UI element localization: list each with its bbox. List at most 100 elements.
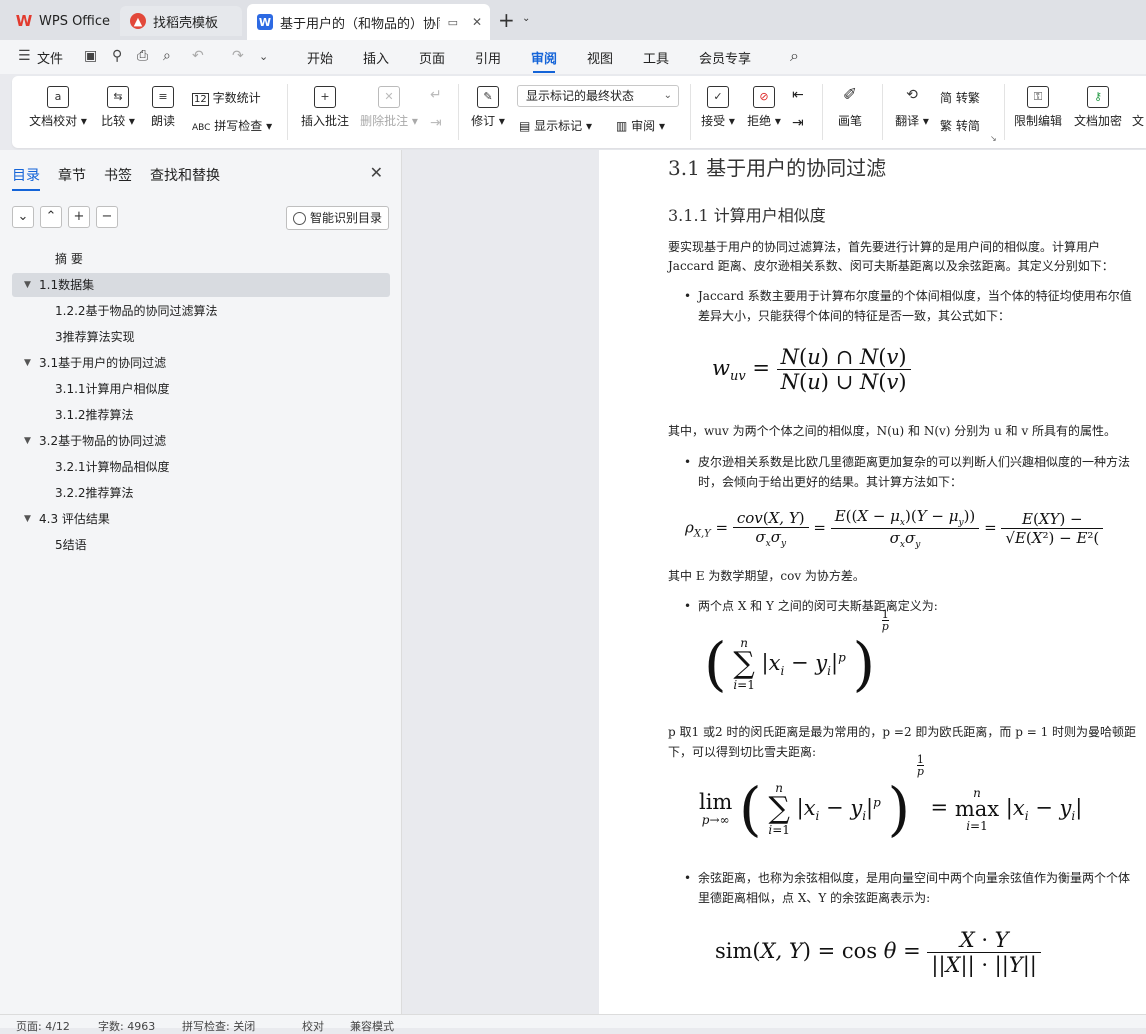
save-icon[interactable]: ▣ bbox=[84, 48, 97, 64]
share-icon[interactable]: ⚲ bbox=[112, 48, 122, 64]
chevron-down-icon[interactable]: ⌄ bbox=[522, 13, 530, 24]
page-indicator[interactable]: 页面: 4/12 bbox=[16, 1018, 70, 1034]
markup-state-select[interactable]: 显示标记的最终状态 ⌄ bbox=[517, 85, 679, 107]
toc-item[interactable]: 3推荐算法实现 bbox=[55, 325, 135, 349]
expand-triangle-icon[interactable]: ▼ bbox=[24, 507, 31, 531]
insert-comment-button[interactable]: + 插入批注 bbox=[298, 86, 352, 129]
restrict-edit-button[interactable]: ⚿ 限制编辑 bbox=[1012, 86, 1064, 129]
undo-icon[interactable]: ↶ bbox=[192, 48, 204, 64]
doc-more-button[interactable]: 文 bbox=[1130, 86, 1146, 129]
spell-check-button[interactable]: ABC 拼写检查 ▾ bbox=[192, 117, 272, 134]
read-aloud-button[interactable]: ≡ 朗读 bbox=[146, 86, 180, 129]
toc-item[interactable]: 3.1.2推荐算法 bbox=[55, 403, 134, 427]
menu-page[interactable]: 页面 bbox=[419, 48, 445, 67]
close-icon[interactable]: ✕ bbox=[370, 163, 383, 182]
expand-triangle-icon[interactable]: ▼ bbox=[24, 351, 31, 375]
document-page[interactable]: 3.1 基于用户的协同过滤 3.1.1 计算用户相似度 要实现基于用户的协同过滤… bbox=[599, 150, 1146, 1014]
collapse-down-icon[interactable]: ⌄ bbox=[12, 206, 34, 228]
word-count-button[interactable]: 12 字数统计 bbox=[192, 89, 261, 106]
translate-button[interactable]: ⟲ 翻译 ▾ bbox=[892, 86, 932, 129]
close-tab-icon[interactable]: ✕ bbox=[472, 15, 482, 29]
toc-item-label: 摘 要 bbox=[55, 252, 83, 266]
toc-item-label: 1.2.2基于物品的协同过滤算法 bbox=[55, 304, 218, 318]
compare-button[interactable]: ⇆ 比较 ▾ bbox=[98, 86, 138, 129]
toc-item[interactable]: 3.2.1计算物品相似度 bbox=[55, 455, 170, 479]
remove-level-icon[interactable]: − bbox=[96, 206, 118, 228]
tab-label: WPS Office bbox=[39, 13, 111, 29]
show-markup-button[interactable]: ▤ 显示标记 ▾ bbox=[519, 117, 592, 134]
toc-item[interactable]: 3.2.2推荐算法 bbox=[55, 481, 134, 505]
expand-triangle-icon[interactable]: ▼ bbox=[24, 429, 31, 453]
bullet-text: 两个点 X 和 Y 之间的闵可夫斯基距离定义为: bbox=[698, 599, 938, 613]
toc-item[interactable]: ▼ 4.3 评估结果 bbox=[24, 507, 110, 531]
expand-triangle-icon[interactable]: ▼ bbox=[24, 273, 31, 297]
previous-comment-icon[interactable]: ↵ bbox=[430, 87, 442, 103]
pen-label: 画笔 bbox=[837, 114, 862, 128]
to-traditional-button[interactable]: 简 转繁 bbox=[940, 89, 980, 106]
tab-find-replace[interactable]: 查找和替换 bbox=[150, 165, 220, 185]
menu-reference[interactable]: 引用 bbox=[475, 48, 501, 67]
toc-item[interactable]: 3.1.1计算用户相似度 bbox=[55, 377, 170, 401]
menu-insert[interactable]: 插入 bbox=[363, 48, 389, 67]
toc-item[interactable]: ▼ 3.2基于物品的协同过滤 bbox=[24, 429, 166, 453]
revise-button[interactable]: ✎ 修订 ▾ bbox=[468, 86, 508, 129]
traditional-icon: 简 bbox=[940, 91, 953, 105]
paragraph: 其中 E 为数学期望，cov 为协方差。 bbox=[668, 569, 865, 583]
revise-label: 修订 bbox=[471, 114, 496, 128]
accept-button[interactable]: ✓ 接受 ▾ bbox=[698, 86, 738, 129]
accept-label: 接受 bbox=[701, 114, 726, 128]
menu-home[interactable]: 开始 bbox=[307, 48, 333, 67]
translate-icon: ⟲ bbox=[906, 87, 918, 103]
expand-group-icon[interactable]: ↘ bbox=[990, 134, 997, 143]
search-icon[interactable]: ⌕ bbox=[790, 46, 799, 66]
next-change-icon[interactable]: ⇥ bbox=[792, 115, 804, 131]
review-pane-button[interactable]: ▥ 审阅 ▾ bbox=[616, 117, 665, 134]
print-preview-icon[interactable]: ⌕ bbox=[163, 48, 171, 64]
to-traditional-label: 转繁 bbox=[955, 91, 980, 105]
toc-item[interactable]: ▼ 3.1基于用户的协同过滤 bbox=[24, 351, 166, 375]
pen-button[interactable]: ✐ 画笔 bbox=[834, 86, 866, 129]
toc-item[interactable]: 5结语 bbox=[55, 533, 87, 557]
toc-item-label: 3推荐算法实现 bbox=[55, 330, 135, 344]
read-aloud-icon: ≡ bbox=[152, 86, 174, 108]
menu-review[interactable]: 审阅 bbox=[531, 48, 557, 73]
monitor-icon[interactable]: ▭ bbox=[448, 16, 458, 29]
menu-member[interactable]: 会员专享 bbox=[699, 48, 751, 67]
redo-icon[interactable]: ↷ bbox=[232, 48, 244, 64]
tab-bookmarks[interactable]: 书签 bbox=[104, 165, 132, 185]
tab-toc[interactable]: 目录 bbox=[12, 165, 40, 191]
new-tab-icon[interactable]: + bbox=[498, 8, 515, 32]
tab-wps-office[interactable]: W WPS Office bbox=[6, 6, 114, 36]
tab-docer-templates[interactable]: ▲ 找稻壳模板 bbox=[120, 6, 242, 36]
toc-item[interactable]: 摘 要 bbox=[55, 247, 83, 271]
bullet-text: Jaccard 系数主要用于计算布尔度量的个体间相似度，当个体的特征均使用布尔值 bbox=[698, 289, 1132, 303]
smart-toc-button[interactable]: 智能识别目录 bbox=[286, 206, 389, 230]
menu-view[interactable]: 视图 bbox=[587, 48, 613, 67]
previous-change-icon[interactable]: ⇤ bbox=[792, 87, 804, 103]
toc-item[interactable]: ▼ 1.1数据集 bbox=[24, 273, 94, 297]
menu-file[interactable]: 文件 bbox=[37, 48, 63, 67]
bullet-text: 时，会倾向于给出更好的结果。其计算方法如下： bbox=[698, 475, 963, 489]
tab-document[interactable]: W 基于用户的（和物品的）协同过 ▭ ✕ bbox=[247, 4, 490, 40]
toc-item-label: 5结语 bbox=[55, 538, 87, 552]
proof-indicator[interactable]: 校对 bbox=[302, 1018, 324, 1034]
toc-item[interactable]: 1.2.2基于物品的协同过滤算法 bbox=[55, 299, 218, 323]
ribbon-toolbar: a 文档校对 ▾ ⇆ 比较 ▾ ≡ 朗读 12 字数统计 ABC 拼写检查 ▾ … bbox=[12, 76, 1146, 148]
collapse-up-icon[interactable]: ⌃ bbox=[40, 206, 62, 228]
add-level-icon[interactable]: + bbox=[68, 206, 90, 228]
spell-check-indicator[interactable]: 拼写检查: 关闭 bbox=[182, 1018, 255, 1034]
word-count-icon: 12 bbox=[192, 93, 209, 106]
chevron-down-icon[interactable]: ⌄ bbox=[259, 50, 268, 63]
bullet-text: 差异大小，只能获得个体间的特征是否一致，其公式如下： bbox=[698, 309, 1011, 323]
next-comment-icon[interactable]: ⇥ bbox=[430, 115, 442, 131]
doc-check-button[interactable]: a 文档校对 ▾ bbox=[28, 86, 88, 129]
tab-chapters[interactable]: 章节 bbox=[58, 165, 86, 185]
delete-comment-button[interactable]: ✕ 删除批注 ▾ bbox=[358, 86, 420, 129]
print-icon[interactable]: ⎙ bbox=[137, 48, 148, 64]
to-simplified-button[interactable]: 繁 转简 bbox=[940, 117, 980, 134]
hamburger-icon[interactable]: ☰ bbox=[18, 48, 31, 64]
encrypt-button[interactable]: ⚷ 文档加密 bbox=[1072, 86, 1124, 129]
menu-tools[interactable]: 工具 bbox=[643, 48, 669, 67]
reject-button[interactable]: ⊘ 拒绝 ▾ bbox=[744, 86, 784, 129]
word-count-indicator[interactable]: 字数: 4963 bbox=[98, 1018, 155, 1034]
